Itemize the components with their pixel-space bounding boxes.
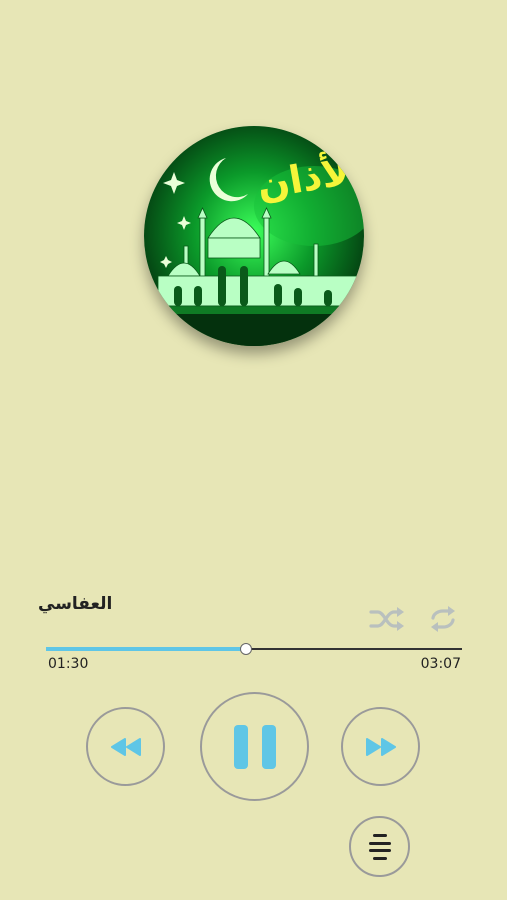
repeat-icon — [431, 606, 455, 632]
track-title: العفاسي — [38, 594, 113, 614]
current-time: 01:30 — [48, 656, 89, 672]
total-time: 03:07 — [420, 656, 461, 672]
pause-button[interactable] — [200, 692, 309, 801]
playlist-icon — [368, 833, 391, 860]
playlist-button[interactable] — [349, 816, 410, 877]
fast-forward-button[interactable] — [341, 707, 420, 786]
mosque-artwork-icon: الأذان — [144, 126, 364, 346]
seek-bar[interactable] — [46, 642, 462, 656]
shuffle-button[interactable] — [368, 603, 406, 635]
rewind-button[interactable] — [86, 707, 165, 786]
playback-modes — [368, 603, 462, 635]
seek-progress — [46, 647, 246, 651]
seek-thumb[interactable] — [239, 643, 252, 655]
fast-forward-icon — [365, 737, 396, 756]
pause-icon — [233, 724, 276, 769]
repeat-button[interactable] — [424, 603, 462, 635]
shuffle-icon — [369, 607, 404, 631]
rewind-icon — [110, 737, 141, 756]
album-artwork: الأذان — [144, 126, 364, 346]
